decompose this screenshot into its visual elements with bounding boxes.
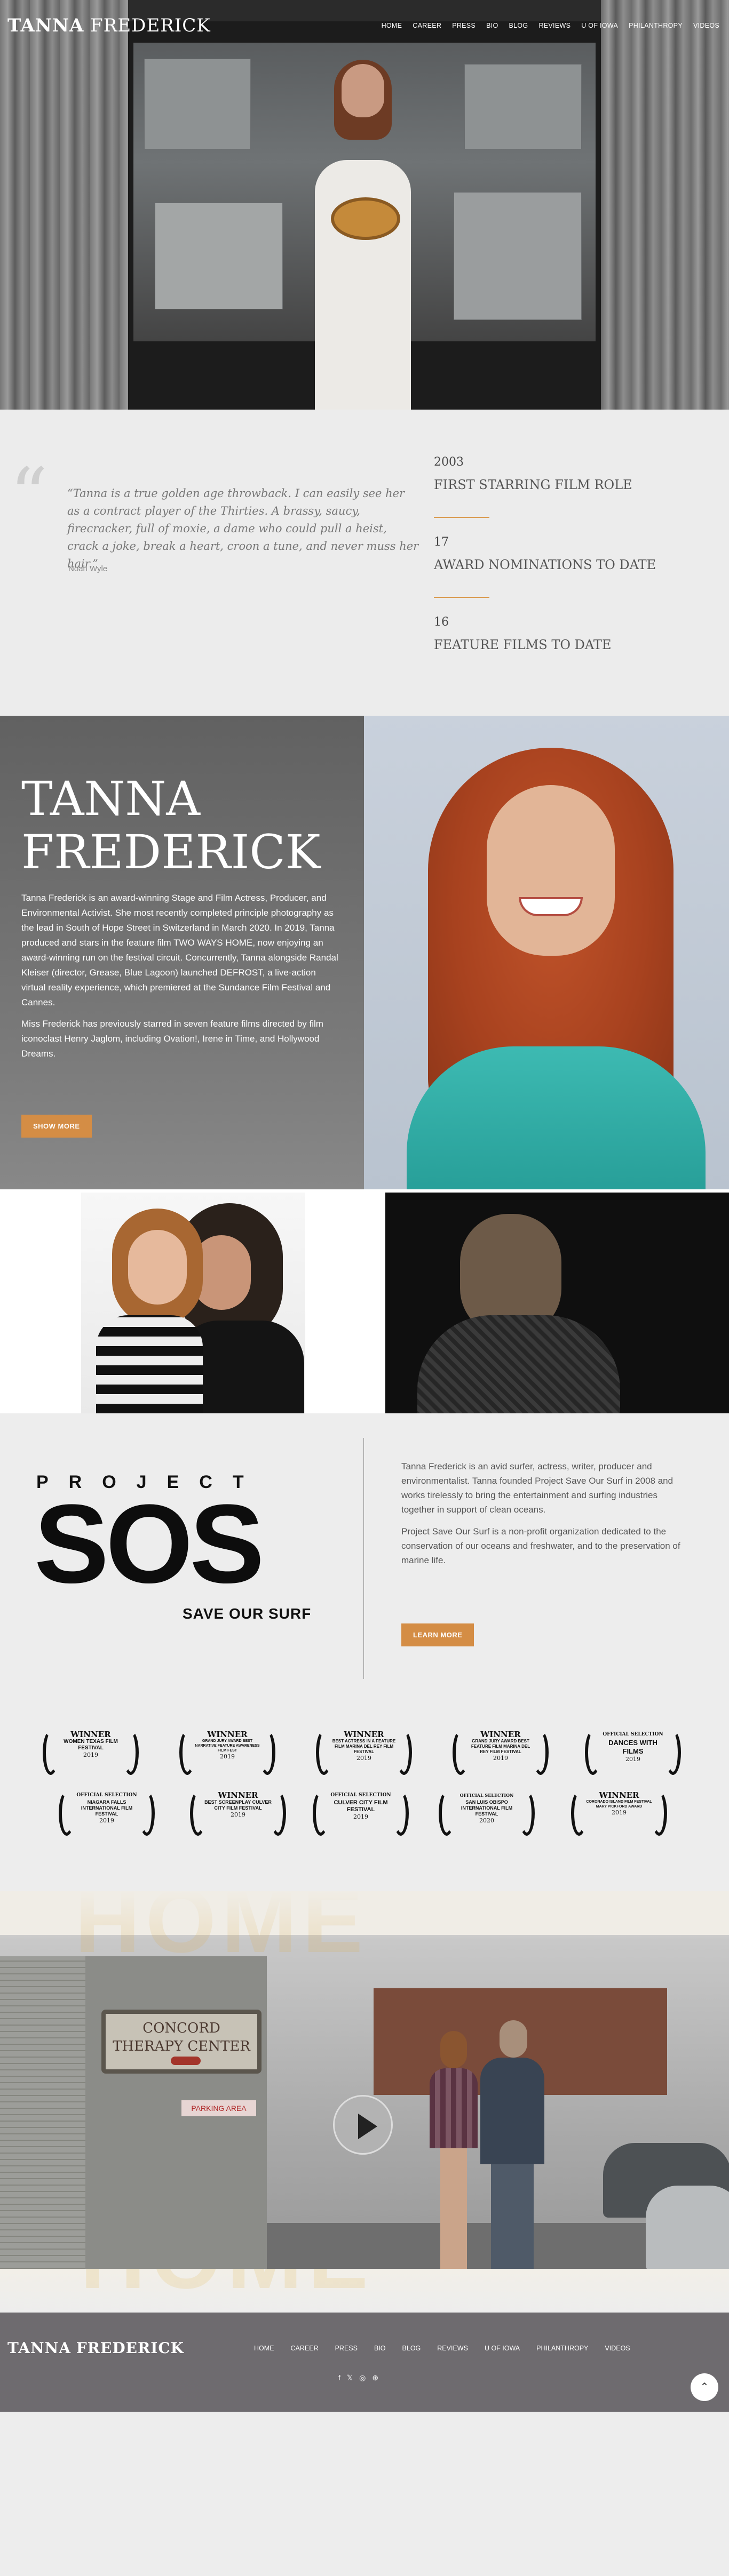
award-laurel: WINNER GRAND JURY AWARD BEST FEATURE FILM… [453,1727,549,1780]
learn-more-button[interactable]: LEARN MORE [401,1623,474,1646]
ghost-title-bottom: HOME [80,2269,374,2309]
quote-author: Noah Wyle [68,564,108,573]
pinterest-icon[interactable]: ⊕ [372,2373,378,2382]
project-sos-section: PROJECT SOS SAVE OUR SURF Tanna Frederic… [0,1413,729,1725]
section-spacer: HOME [0,2269,729,2313]
hero-section: TANNA FREDERICK HOME CAREER PRESS BIO BL… [0,0,729,410]
award-laurel: OFFICIAL SELECTION DANCES WITH FILMS 2019 [585,1727,681,1780]
bio-title: TANNA FREDERICK [21,771,321,879]
stat-feature-films: 16 FEATURE FILMS TO DATE [434,615,611,652]
footer-nav-blog[interactable]: BLOG [402,2345,421,2352]
nav-press[interactable]: PRESS [452,22,476,29]
nav-reviews[interactable]: REVIEWS [538,22,570,29]
footer-nav-reviews[interactable]: REVIEWS [437,2345,468,2352]
therapy-center-sign: CONCORD THERAPY CENTER [101,2010,262,2074]
stat-divider [434,517,489,518]
stat-divider [434,597,489,598]
award-laurel: OFFICIAL SELECTION CULVER CITY FILM FESTI… [313,1788,409,1841]
footer-nav-u-of-iowa[interactable]: U OF IOWA [485,2345,520,2352]
footer-nav-press[interactable]: PRESS [335,2345,358,2352]
award-laurel: WINNER WOMEN TEXAS FILM FESTIVAL 2019 [43,1727,139,1780]
bio-paragraph: Miss Frederick has previously starred in… [21,1019,323,1059]
nav-u-of-iowa[interactable]: U OF IOWA [581,22,618,29]
social-links: f 𝕏 ◎ ⊕ [338,2373,378,2382]
curtain-right [601,0,729,410]
show-more-button[interactable]: SHOW MORE [21,1115,92,1138]
bio-section: TANNA FREDERICK Tanna Frederick is an awa… [0,716,729,1189]
footer-nav-philanthropy[interactable]: PHILANTHROPY [536,2345,588,2352]
stat-number: 2003 [434,455,464,469]
pie-image [331,197,400,240]
award-laurel: OFFICIAL SELECTION SAN LUIS OBISPO INTERN… [439,1788,535,1841]
stat-first-role: 2003 FIRST STARRING FILM ROLE [434,455,632,518]
award-laurel: WINNER GRAND JURY AWARD BEST NARRATIVE FE… [179,1727,275,1780]
hero-actress-image [299,60,427,410]
award-laurel: WINNER BEST ACTRESS IN A FEATURE FILM Mar… [316,1727,412,1780]
nav-home[interactable]: HOME [382,22,402,29]
footer-nav-career[interactable]: CAREER [291,2345,319,2352]
video-man [480,2020,544,2269]
bio-portrait-image [364,716,729,1189]
award-laurel: WINNER CORONADO ISLAND FILM FESTIVAL MARY… [571,1788,667,1841]
footer-nav-videos[interactable]: VIDEOS [605,2345,630,2352]
nav-bio[interactable]: BIO [486,22,498,29]
curtain-left [0,0,128,410]
x-twitter-icon[interactable]: 𝕏 [347,2373,353,2382]
sos-paragraph: Project Save Our Surf is a non-profit or… [401,1526,680,1565]
footer-logo[interactable]: TANNA FREDERICK [7,2339,184,2357]
top-navigation: TANNA FREDERICK HOME CAREER PRESS BIO BL… [0,0,729,51]
project-sos-logo[interactable]: PROJECT SOS SAVE OUR SURF [34,1472,333,1627]
photo-gallery [0,1189,729,1413]
footer-nav-home[interactable]: HOME [254,2345,274,2352]
footer-menu: HOME CAREER PRESS BIO BLOG REVIEWS U OF … [254,2345,630,2352]
stat-nominations: 17 AWARD NOMINATIONS TO DATE [434,535,656,598]
quote-stats-section: “ “Tanna is a true golden age throwback.… [0,410,729,716]
nav-blog[interactable]: BLOG [509,22,528,29]
sos-paragraph: Tanna Frederick is an avid surfer, actre… [401,1461,673,1515]
main-menu: HOME CAREER PRESS BIO BLOG REVIEWS U OF … [382,22,719,29]
stat-label: FEATURE FILMS TO DATE [434,637,612,652]
award-laurel: OFFICIAL SELECTION NIAGARA FALLS INTERNAT… [59,1788,155,1841]
gallery-photo-friends[interactable] [0,1193,385,1413]
award-laurel: WINNER BEST SCREENPLAY CULVER CITY FILM F… [190,1788,286,1841]
play-button[interactable] [333,2095,393,2155]
instagram-icon[interactable]: ◎ [359,2373,366,2382]
vertical-divider [363,1438,364,1679]
nav-career[interactable]: CAREER [413,22,441,29]
video-section: CONCORDTHERAPY CENTER PARKING AREA HOME [0,1891,729,2269]
gallery-photo-film-still[interactable] [385,1193,729,1413]
bio-paragraph: Tanna Frederick is an award-winning Stag… [21,893,338,1007]
quote-mark-icon: “ [10,452,48,539]
awards-laurels: WINNER WOMEN TEXAS FILM FESTIVAL 2019 WINN… [0,1725,729,1891]
bio-panel: TANNA FREDERICK Tanna Frederick is an awa… [0,716,364,1189]
footer-nav-bio[interactable]: BIO [374,2345,386,2352]
stat-label: FIRST STARRING FILM ROLE [434,477,632,492]
nav-videos[interactable]: VIDEOS [693,22,719,29]
sos-description: Tanna Frederick is an avid surfer, actre… [401,1459,690,1575]
stat-number: 16 [434,615,449,629]
site-footer: TANNA FREDERICK HOME CAREER PRESS BIO BL… [0,2313,729,2412]
stat-number: 17 [434,535,449,549]
video-woman [430,2031,478,2269]
facebook-icon[interactable]: f [338,2373,340,2382]
site-logo[interactable]: TANNA FREDERICK [7,15,211,36]
stat-label: AWARD NOMINATIONS TO DATE [434,557,656,572]
scroll-to-top-icon[interactable]: ⌃ [691,2373,718,2401]
bio-text: Tanna Frederick is an award-winning Stag… [21,891,342,1068]
testimonial-quote: “Tanna is a true golden age throwback. I… [67,487,419,570]
parking-sign: PARKING AREA [181,2100,256,2116]
nav-philanthropy[interactable]: PHILANTHROPY [629,22,683,29]
